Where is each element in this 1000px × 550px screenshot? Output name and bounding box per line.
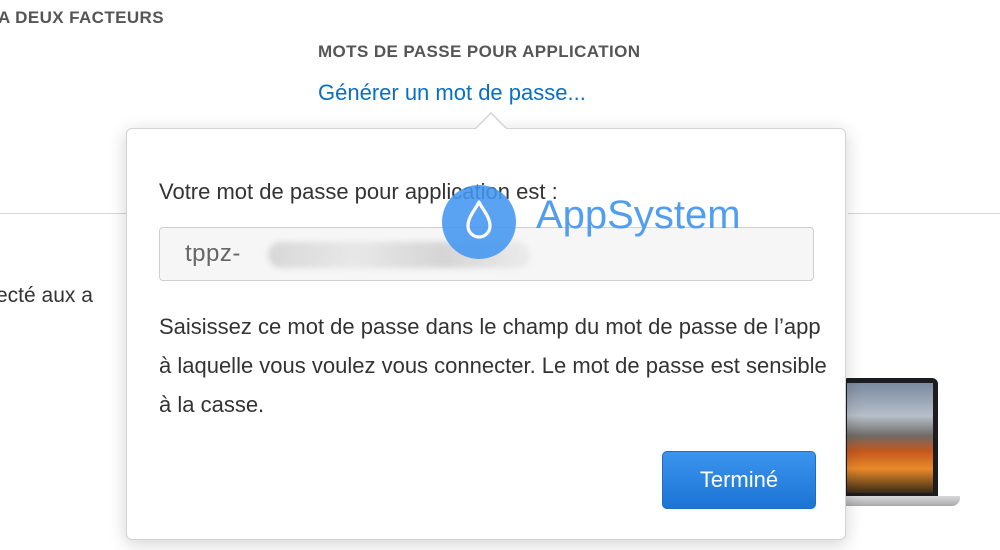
password-visible-prefix: tppz- <box>185 240 241 267</box>
laptop-wallpaper <box>847 383 933 493</box>
two-factor-section-title: A DEUX FACTEURS <box>0 8 164 27</box>
password-instructions: Saisissez ce mot de passe dans le champ … <box>159 314 827 417</box>
macbook-illustration <box>836 378 960 512</box>
app-passwords-section-title: MOTS DE PASSE POUR APPLICATION <box>318 42 641 61</box>
generate-password-link[interactable]: Générer un mot de passe... <box>318 80 586 106</box>
laptop-base <box>836 496 960 506</box>
done-button[interactable]: Terminé <box>662 451 816 509</box>
water-drop-icon <box>466 200 492 239</box>
appsystem-watermark: AppSystem <box>442 185 787 261</box>
popover-arrow-fill <box>475 114 507 130</box>
watermark-text: AppSystem <box>536 193 741 237</box>
section-divider-left <box>0 213 126 214</box>
section-divider-right <box>848 213 1000 214</box>
watermark-circle <box>442 185 516 259</box>
background-partial-text: ecté aux a <box>0 284 93 307</box>
laptop-screen <box>842 378 938 498</box>
